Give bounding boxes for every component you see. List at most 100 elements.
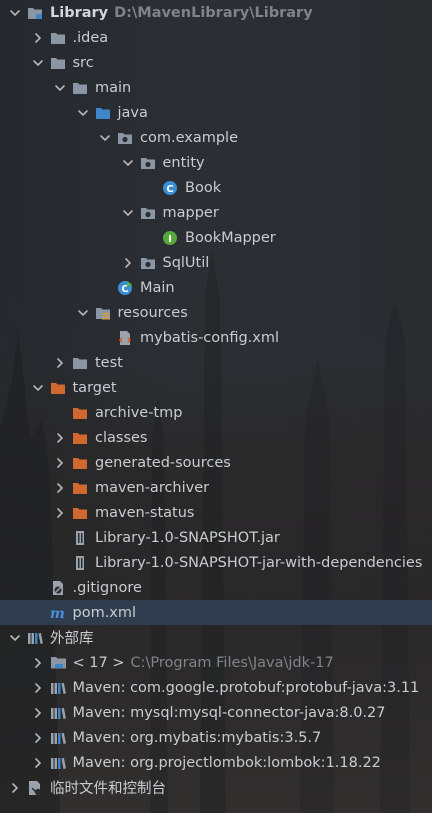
chevron-right-icon[interactable] — [53, 506, 67, 520]
tree-item-label: entity — [162, 154, 205, 171]
tree-item-label: generated-sources — [95, 454, 231, 471]
chevron-down-icon[interactable] — [8, 6, 22, 20]
interface-icon: I — [161, 229, 179, 247]
tree-row[interactable]: Maven: com.google.protobuf:protobuf-java… — [0, 675, 432, 700]
library-icon — [49, 704, 67, 722]
chevron-down-icon[interactable] — [53, 81, 67, 95]
tree-row[interactable]: mybatis-config.xml — [0, 325, 432, 350]
chevron-right-icon[interactable] — [31, 731, 45, 745]
chevron-right-icon[interactable] — [31, 756, 45, 770]
tree-row[interactable]: SqlUtil — [0, 250, 432, 275]
folder-module-icon — [26, 4, 44, 22]
tree-row[interactable]: 临时文件和控制台 — [0, 775, 432, 800]
tree-item-label: maven-status — [95, 504, 195, 521]
chevron-right-icon[interactable] — [31, 656, 45, 670]
chevron-down-icon[interactable] — [76, 306, 90, 320]
maven-icon: m — [49, 604, 67, 622]
tree-row[interactable]: Maven: org.mybatis:mybatis:3.5.7 — [0, 725, 432, 750]
tree-row[interactable]: .gitignore — [0, 575, 432, 600]
tree-row[interactable]: Maven: org.projectlombok:lombok:1.18.22 — [0, 750, 432, 775]
tree-item-label: mapper — [162, 204, 219, 221]
tree-item-label: .idea — [72, 29, 109, 46]
svg-text:m: m — [50, 606, 65, 621]
tree-row[interactable]: C Book — [0, 175, 432, 200]
library-icon — [26, 629, 44, 647]
tree-row[interactable]: test — [0, 350, 432, 375]
tree-row[interactable]: resources — [0, 300, 432, 325]
chevron-right-icon[interactable] — [53, 431, 67, 445]
tree-item-label: 外部库 — [50, 631, 94, 647]
main-class-icon: C — [116, 279, 134, 297]
chevron-right-icon[interactable] — [53, 456, 67, 470]
tree-item-label: pom.xml — [72, 604, 137, 621]
chevron-down-icon[interactable] — [31, 56, 45, 70]
tree-item-label: Library-1.0-SNAPSHOT-jar-with-dependenci… — [95, 554, 423, 571]
chevron-right-icon[interactable] — [31, 681, 45, 695]
tree-row[interactable]: 外部库 — [0, 625, 432, 650]
chevron-right-icon[interactable] — [31, 706, 45, 720]
gitignore-icon — [49, 579, 67, 597]
tree-item-label: BookMapper — [185, 229, 276, 246]
tree-item-label: classes — [95, 429, 148, 446]
chevron-right-icon[interactable] — [31, 31, 45, 45]
tree-item-label: SqlUtil — [162, 254, 210, 271]
tree-row[interactable]: C Main — [0, 275, 432, 300]
tree-item-label: archive-tmp — [95, 404, 183, 421]
excluded-folder-icon — [71, 504, 89, 522]
source-folder-icon — [94, 104, 112, 122]
tree-row[interactable]: Maven: mysql:mysql-connector-java:8.0.27 — [0, 700, 432, 725]
chevron-down-icon[interactable] — [8, 631, 22, 645]
folder-icon — [49, 54, 67, 72]
tree-row[interactable]: main — [0, 75, 432, 100]
tree-row[interactable]: < 17 > C:\Program Files\Java\jdk-17 — [0, 650, 432, 675]
tree-item-label: java — [117, 104, 148, 121]
tree-row[interactable]: generated-sources — [0, 450, 432, 475]
tree-row[interactable]: entity — [0, 150, 432, 175]
tree-item-label: src — [72, 54, 94, 71]
chevron-right-icon[interactable] — [121, 256, 135, 270]
chevron-down-icon[interactable] — [76, 106, 90, 120]
package-icon — [116, 129, 134, 147]
tree-row[interactable]: I BookMapper — [0, 225, 432, 250]
tree-item-label: 临时文件和控制台 — [50, 781, 166, 797]
tree-row[interactable]: Library D:\MavenLibrary\Library — [0, 0, 432, 25]
excluded-folder-icon — [71, 404, 89, 422]
svg-text:I: I — [168, 234, 172, 245]
class-icon: C — [161, 179, 179, 197]
tree-row[interactable]: archive-tmp — [0, 400, 432, 425]
jdk-icon — [49, 654, 67, 672]
tree-row[interactable]: java — [0, 100, 432, 125]
tree-row[interactable]: classes — [0, 425, 432, 450]
library-icon — [49, 729, 67, 747]
tree-row[interactable]: maven-status — [0, 500, 432, 525]
tree-row[interactable]: mapper — [0, 200, 432, 225]
chevron-down-icon[interactable] — [98, 131, 112, 145]
tree-row[interactable]: src — [0, 50, 432, 75]
tree-item-label: mybatis-config.xml — [140, 329, 280, 346]
tree-item-label: .gitignore — [72, 579, 142, 596]
tree-item-path: D:\MavenLibrary\Library — [114, 4, 313, 21]
chevron-down-icon[interactable] — [31, 381, 45, 395]
tree-item-label: < 17 > C:\Program Files\Java\jdk-17 — [72, 654, 334, 671]
tree-row[interactable]: Library-1.0-SNAPSHOT-jar-with-dependenci… — [0, 550, 432, 575]
folder-icon — [49, 29, 67, 47]
tree-item-label: test — [95, 354, 123, 371]
tree-row[interactable]: m pom.xml — [0, 600, 432, 625]
tree-item-label: Library-1.0-SNAPSHOT.jar — [95, 529, 280, 546]
tree-item-label: Maven: org.mybatis:mybatis:3.5.7 — [72, 729, 322, 746]
excluded-folder-icon — [71, 454, 89, 472]
tree-row[interactable]: maven-archiver — [0, 475, 432, 500]
package-icon — [139, 154, 157, 172]
chevron-right-icon[interactable] — [53, 481, 67, 495]
package-icon — [139, 254, 157, 272]
chevron-right-icon[interactable] — [8, 781, 22, 795]
tree-row[interactable]: com.example — [0, 125, 432, 150]
tree-item-label: Main — [140, 279, 175, 296]
chevron-down-icon[interactable] — [121, 156, 135, 170]
excluded-folder-icon — [49, 379, 67, 397]
tree-row[interactable]: Library-1.0-SNAPSHOT.jar — [0, 525, 432, 550]
chevron-right-icon[interactable] — [53, 356, 67, 370]
tree-row[interactable]: target — [0, 375, 432, 400]
tree-row[interactable]: .idea — [0, 25, 432, 50]
chevron-down-icon[interactable] — [121, 206, 135, 220]
